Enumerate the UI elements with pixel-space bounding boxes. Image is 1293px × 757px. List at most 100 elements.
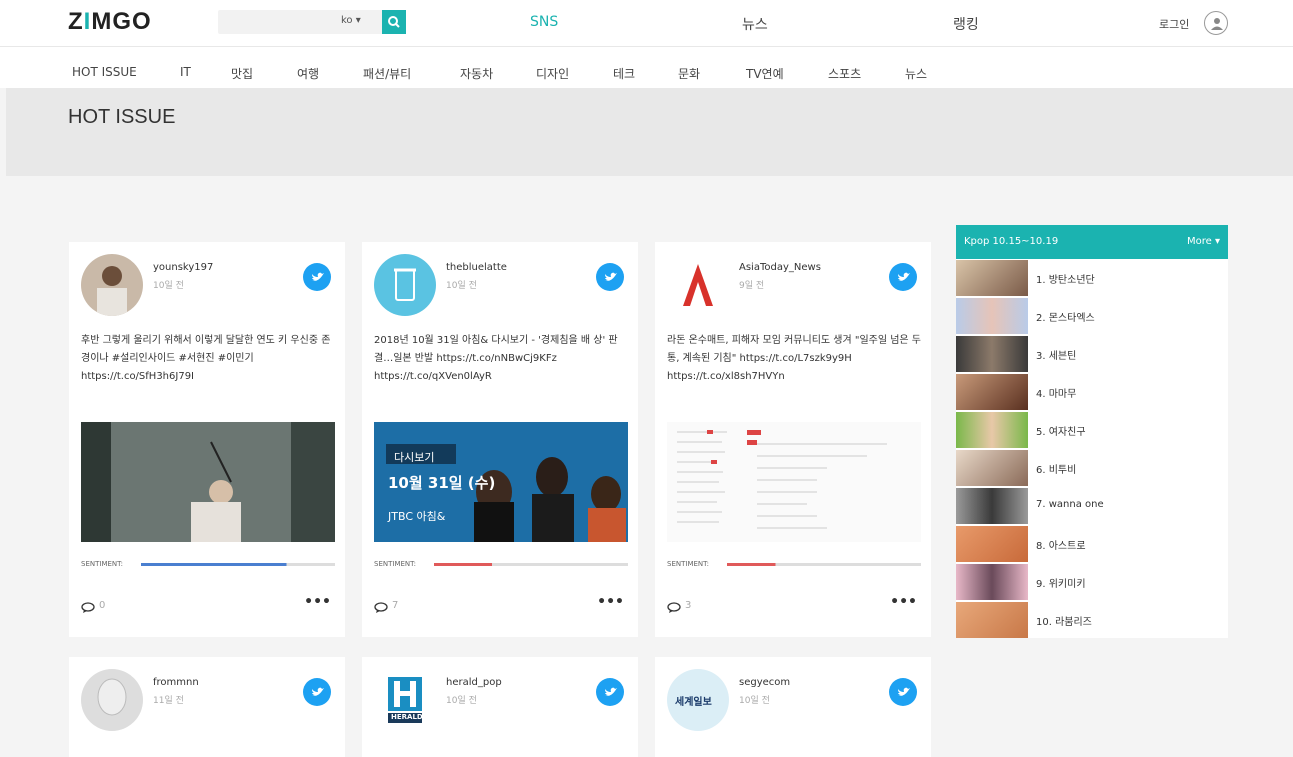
ranking-item[interactable]: 10. 라붐리즈 xyxy=(956,601,1228,639)
avatar[interactable] xyxy=(81,254,143,316)
ranking-item[interactable]: 1. 방탄소년단 xyxy=(956,259,1228,297)
ranking-name: 7. wanna one xyxy=(1036,499,1104,510)
banner-brand: JTBC 아침& xyxy=(388,510,446,523)
ranking-thumb xyxy=(956,602,1028,638)
comment-icon[interactable] xyxy=(81,599,95,618)
kpop-ranking-panel: Kpop 10.15~10.19 More ▾ 1. 방탄소년단 2. 몬스타엑… xyxy=(956,225,1228,638)
card-username[interactable]: herald_pop xyxy=(446,677,502,688)
tweet-image[interactable] xyxy=(667,422,921,542)
category-fashion[interactable]: 패션/뷰티 xyxy=(363,65,411,82)
herald-logo: HERALD xyxy=(391,713,423,721)
language-select[interactable]: ko ▾ xyxy=(341,15,361,26)
ranking-name: 10. 라붐리즈 xyxy=(1036,617,1092,628)
more-options-button[interactable]: ••• xyxy=(890,594,917,610)
category-food[interactable]: 맛집 xyxy=(231,65,253,82)
zimgo-logo[interactable]: ZIMGO xyxy=(68,8,152,36)
ranking-thumb xyxy=(956,336,1028,372)
ranking-name: 1. 방탄소년단 xyxy=(1036,275,1095,286)
search-input[interactable] xyxy=(218,10,386,34)
avatar[interactable] xyxy=(81,669,143,731)
nav-sns[interactable]: SNS xyxy=(530,14,558,30)
ranking-item[interactable]: 8. 아스트로 xyxy=(956,525,1228,563)
category-it[interactable]: IT xyxy=(180,65,191,79)
ranking-title: Kpop 10.15~10.19 xyxy=(964,236,1059,247)
avatar[interactable] xyxy=(374,254,436,316)
ranking-name: 6. 비투비 xyxy=(1036,465,1077,476)
sentiment-bar xyxy=(434,563,628,566)
category-sports[interactable]: 스포츠 xyxy=(828,65,861,82)
tweet-card[interactable]: frommnn 11일 전 xyxy=(69,657,345,757)
tweet-card[interactable]: thebluelatte 10일 전 2018년 10월 31일 아침& 다시보… xyxy=(362,242,638,637)
search-button[interactable] xyxy=(382,10,406,34)
twitter-icon[interactable] xyxy=(596,678,624,706)
avatar[interactable] xyxy=(667,254,729,316)
ranking-thumb xyxy=(956,564,1028,600)
card-username[interactable]: younsky197 xyxy=(153,262,213,273)
tweet-card[interactable]: HERALD herald_pop 10일 전 xyxy=(362,657,638,757)
ranking-thumb xyxy=(956,374,1028,410)
ranking-name: 5. 여자친구 xyxy=(1036,427,1086,438)
sentiment-bar xyxy=(141,563,335,566)
more-options-button[interactable]: ••• xyxy=(597,594,624,610)
category-tech[interactable]: 테크 xyxy=(613,65,635,82)
ranking-item[interactable]: 4. 마마무 xyxy=(956,373,1228,411)
card-username[interactable]: segyecom xyxy=(739,677,790,688)
comment-count: 7 xyxy=(392,600,399,611)
tweet-image[interactable]: 다시보기 10월 31일 (수) JTBC 아침& xyxy=(374,422,628,542)
ranking-header: Kpop 10.15~10.19 More ▾ xyxy=(956,225,1228,259)
ranking-thumb xyxy=(956,260,1028,296)
card-time: 10일 전 xyxy=(446,696,477,706)
card-time: 10일 전 xyxy=(446,281,477,291)
avatar[interactable]: HERALD xyxy=(374,669,436,731)
segye-logo: 세계일보 xyxy=(675,697,712,708)
sentiment-label: SENTIMENT: xyxy=(81,560,124,568)
twitter-icon[interactable] xyxy=(889,678,917,706)
category-car[interactable]: 자동차 xyxy=(460,65,493,82)
ranking-item[interactable]: 9. 위키미키 xyxy=(956,563,1228,601)
ranking-item[interactable]: 7. wanna one xyxy=(956,487,1228,525)
card-username[interactable]: AsiaToday_News xyxy=(739,262,821,273)
login-link[interactable]: 로그인 xyxy=(1159,16,1189,32)
card-username[interactable]: frommnn xyxy=(153,677,199,688)
category-travel[interactable]: 여행 xyxy=(297,65,319,82)
category-design[interactable]: 디자인 xyxy=(536,65,569,82)
card-username[interactable]: thebluelatte xyxy=(446,262,507,273)
tweet-text: 라돈 온수매트, 피해자 모임 커뮤니티도 생겨 "일주일 넘은 두통, 계속된… xyxy=(667,335,922,382)
tweet-card[interactable]: 세계일보 segyecom 10일 전 xyxy=(655,657,931,757)
search-icon xyxy=(388,16,400,28)
ranking-item[interactable]: 5. 여자친구 xyxy=(956,411,1228,449)
twitter-icon[interactable] xyxy=(596,263,624,291)
twitter-icon[interactable] xyxy=(303,263,331,291)
more-button[interactable]: More ▾ xyxy=(1187,236,1220,247)
tweet-card[interactable]: AsiaToday_News 9일 전 라돈 온수매트, 피해자 모임 커뮤니티… xyxy=(655,242,931,637)
category-hot-issue[interactable]: HOT ISSUE xyxy=(72,65,137,79)
ranking-name: 4. 마마무 xyxy=(1036,389,1077,400)
twitter-icon[interactable] xyxy=(889,263,917,291)
banner-label: 다시보기 xyxy=(394,451,435,464)
tweet-image[interactable] xyxy=(81,422,335,542)
ranking-item[interactable]: 6. 비투비 xyxy=(956,449,1228,487)
ranking-thumb xyxy=(956,526,1028,562)
card-time: 10일 전 xyxy=(739,696,770,706)
user-icon[interactable] xyxy=(1204,11,1228,35)
card-time: 10일 전 xyxy=(153,281,184,291)
more-options-button[interactable]: ••• xyxy=(304,594,331,610)
comment-icon[interactable] xyxy=(667,599,681,618)
ranking-name: 9. 위키미키 xyxy=(1036,579,1086,590)
ranking-item[interactable]: 2. 몬스타엑스 xyxy=(956,297,1228,335)
nav-news[interactable]: 뉴스 xyxy=(742,14,768,34)
nav-ranking[interactable]: 랭킹 xyxy=(953,14,979,34)
comment-icon[interactable] xyxy=(374,599,388,618)
category-culture[interactable]: 문화 xyxy=(678,65,700,82)
top-header: ZIMGO ko ▾ SNS 뉴스 랭킹 로그인 xyxy=(0,0,1293,46)
twitter-icon[interactable] xyxy=(303,678,331,706)
tweet-text: 2018년 10월 31일 아침& 다시보기 - '경제침을 배 상' 판결…일… xyxy=(374,335,618,382)
sentiment-label: SENTIMENT: xyxy=(374,560,417,568)
category-tv[interactable]: TV연예 xyxy=(746,65,784,82)
avatar[interactable]: 세계일보 xyxy=(667,669,729,731)
sentiment-bar xyxy=(727,563,921,566)
tweet-card[interactable]: younsky197 10일 전 후반 그렇게 울리기 위해서 이렇게 달달한 … xyxy=(69,242,345,637)
category-news[interactable]: 뉴스 xyxy=(905,65,927,82)
page-title: HOT ISSUE xyxy=(68,106,176,128)
ranking-item[interactable]: 3. 세븐틴 xyxy=(956,335,1228,373)
